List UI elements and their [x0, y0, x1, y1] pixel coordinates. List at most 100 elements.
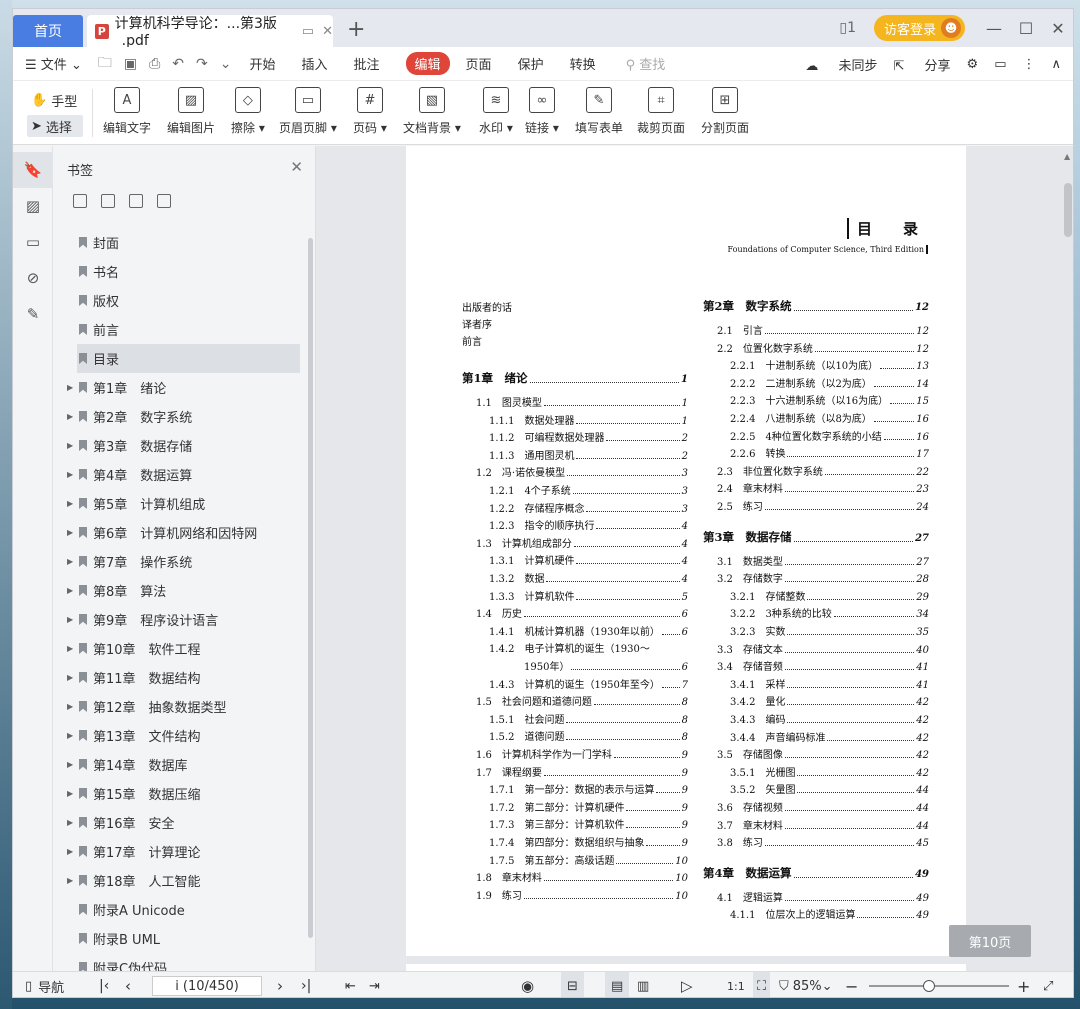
tool-link[interactable]: ∞ 链接 ▾ [525, 87, 559, 141]
zoom-in-icon[interactable]: + [1017, 972, 1030, 997]
tab-document[interactable]: P 计算机科学导论：...第3版_.pdf ▭ ✕ [87, 15, 333, 49]
thumbnail-icon[interactable]: ▨ [13, 188, 53, 224]
reading-mode-icon[interactable]: ▯1 [839, 20, 856, 36]
vertical-scrollbar[interactable]: ▲ [1061, 146, 1073, 971]
open-icon[interactable]: 🗀 [98, 52, 112, 76]
maximize-icon[interactable]: ☐ [1011, 19, 1041, 38]
bookmark-item[interactable]: ▶ 第5章 计算机组成 [53, 489, 303, 518]
bookmark-item[interactable]: ▶ 第14章 数据库 [53, 750, 303, 779]
first-page-icon[interactable]: |‹ [99, 972, 109, 997]
expand-arrow-icon[interactable]: ▶ [67, 528, 79, 537]
print-icon[interactable]: ⎙ [149, 56, 160, 72]
add-bookmark-icon[interactable] [73, 194, 87, 208]
actual-size-button[interactable]: 1:1 [727, 972, 745, 997]
scrollbar-thumb[interactable] [1064, 183, 1072, 237]
tool-split-page[interactable]: ⊞ 分割页面 [701, 87, 749, 141]
bookmark-settings-icon[interactable] [157, 194, 171, 208]
next-page-icon[interactable]: › [277, 972, 283, 997]
share-button[interactable]: ⇱ 分享 [893, 55, 950, 74]
save-icon[interactable]: ▣ [124, 56, 137, 72]
bookmark-item[interactable]: 封面 [53, 228, 303, 257]
expand-arrow-icon[interactable]: ▶ [67, 818, 79, 827]
hand-tool-button[interactable]: ✋ 手型 [27, 89, 83, 111]
bookmark-item[interactable]: ▶ 第12章 抽象数据类型 [53, 692, 303, 721]
bookmark-item[interactable]: ▶ 第1章 绪论 [53, 373, 303, 402]
expand-arrow-icon[interactable]: ▶ [67, 615, 79, 624]
comment-icon[interactable]: ▭ [994, 57, 1006, 72]
navigation-button[interactable]: ▯ 导航 [25, 972, 64, 997]
menu-item-0[interactable]: 开始 [249, 54, 275, 73]
expand-arrow-icon[interactable]: ▶ [67, 789, 79, 798]
delete-bookmark-icon[interactable] [129, 194, 143, 208]
tab-home[interactable]: 首页 [13, 15, 83, 47]
add-child-bookmark-icon[interactable] [101, 194, 115, 208]
tab-close-icon[interactable]: ✕ [322, 24, 333, 39]
prev-page-icon[interactable]: ‹ [125, 972, 131, 997]
bookmark-item[interactable]: ▶ 第7章 操作系统 [53, 547, 303, 576]
zoom-out-icon[interactable]: − [845, 972, 858, 997]
bookmark-item[interactable]: ▶ 第13章 文件结构 [53, 721, 303, 750]
tool-crop-page[interactable]: ⌗ 裁剪页面 [637, 87, 685, 141]
bookmark-item[interactable]: ▶ 第10章 软件工程 [53, 634, 303, 663]
expand-arrow-icon[interactable]: ▶ [67, 557, 79, 566]
menu-item-4[interactable]: 页面 [466, 54, 492, 73]
expand-arrow-icon[interactable]: ▶ [67, 644, 79, 653]
tool-eraser[interactable]: ◇ 擦除 ▾ [231, 87, 265, 141]
bookmark-item[interactable]: 版权 [53, 286, 303, 315]
bookmark-item[interactable]: ▶ 第17章 计算理论 [53, 837, 303, 866]
expand-arrow-icon[interactable]: ▶ [67, 847, 79, 856]
expand-arrow-icon[interactable]: ▶ [67, 702, 79, 711]
expand-arrow-icon[interactable]: ▶ [67, 586, 79, 595]
close-panel-icon[interactable]: ✕ [290, 158, 303, 176]
last-page-icon[interactable]: ›| [301, 972, 311, 997]
bookmark-item[interactable]: 附录B UML [53, 924, 303, 953]
expand-arrow-icon[interactable]: ▶ [67, 760, 79, 769]
zoom-dropdown[interactable]: ⛉ 85% ⌄ [779, 972, 833, 997]
bookmark-item[interactable]: ▶ 第11章 数据结构 [53, 663, 303, 692]
expand-arrow-icon[interactable]: ▶ [67, 470, 79, 479]
sync-status-button[interactable]: ☁ 未同步 [805, 55, 877, 74]
file-menu[interactable]: ☰ 文件 ⌄ [25, 54, 82, 73]
bookmark-panel-icon[interactable]: 🔖 [13, 152, 53, 188]
close-window-icon[interactable]: ✕ [1043, 19, 1073, 38]
bookmark-item[interactable]: ▶ 第15章 数据压缩 [53, 779, 303, 808]
play-icon[interactable]: ▷ [681, 972, 693, 997]
tool-page-number[interactable]: # 页码 ▾ [353, 87, 387, 141]
expand-arrow-icon[interactable]: ▶ [67, 441, 79, 450]
bookmark-item[interactable]: ▶ 第3章 数据存储 [53, 431, 303, 460]
annotation-icon[interactable]: ▭ [13, 224, 53, 260]
continuous-view-icon[interactable]: ⊟ [561, 972, 584, 997]
more-quick-icon[interactable]: ⌄ [220, 56, 232, 72]
menu-item-3[interactable]: 编辑 [405, 52, 450, 75]
bookmark-item[interactable]: ▶ 第8章 算法 [53, 576, 303, 605]
more-icon[interactable]: ⋮ [1022, 57, 1035, 72]
bookmark-item[interactable]: ▶ 第18章 人工智能 [53, 866, 303, 895]
back-view-icon[interactable]: ⇤ [345, 972, 356, 997]
zoom-slider-knob[interactable] [923, 980, 935, 992]
zoom-slider[interactable] [869, 985, 1009, 987]
fit-page-icon[interactable]: ⛶ [753, 972, 771, 997]
expand-arrow-icon[interactable]: ▶ [67, 499, 79, 508]
single-page-icon[interactable]: ▤ [605, 972, 630, 997]
search-field[interactable]: ⚲ 查找 [626, 54, 666, 73]
bookmark-item[interactable]: ▶ 第4章 数据运算 [53, 460, 303, 489]
attachment-icon[interactable]: ⊘ [13, 260, 53, 296]
bookmark-item[interactable]: ▶ 第2章 数字系统 [53, 402, 303, 431]
tab-pin-icon[interactable]: ▭ [302, 24, 314, 39]
bookmark-scrollbar[interactable] [308, 238, 313, 938]
fullscreen-icon[interactable]: ⤢ [1043, 972, 1053, 997]
bookmark-item[interactable]: 附录C伪代码 [53, 953, 303, 971]
tool-watermark[interactable]: ≋ 水印 ▾ [479, 87, 513, 141]
bookmark-item[interactable]: 附录A Unicode [53, 895, 303, 924]
forward-view-icon[interactable]: ⇥ [369, 972, 380, 997]
page-number-input[interactable]: i (10/450) [152, 976, 262, 996]
new-tab-button[interactable]: + [347, 17, 365, 42]
redo-icon[interactable]: ↷ [196, 56, 208, 72]
menu-item-6[interactable]: 转换 [570, 54, 596, 73]
eye-protection-icon[interactable]: ◉ [521, 972, 534, 997]
menu-item-5[interactable]: 保护 [518, 54, 544, 73]
tool-fill-form[interactable]: ✎ 填写表单 [575, 87, 623, 141]
menu-item-2[interactable]: 批注 [354, 54, 380, 73]
bookmark-item[interactable]: 前言 [53, 315, 303, 344]
select-tool-button[interactable]: ➤ 选择 [27, 115, 83, 137]
